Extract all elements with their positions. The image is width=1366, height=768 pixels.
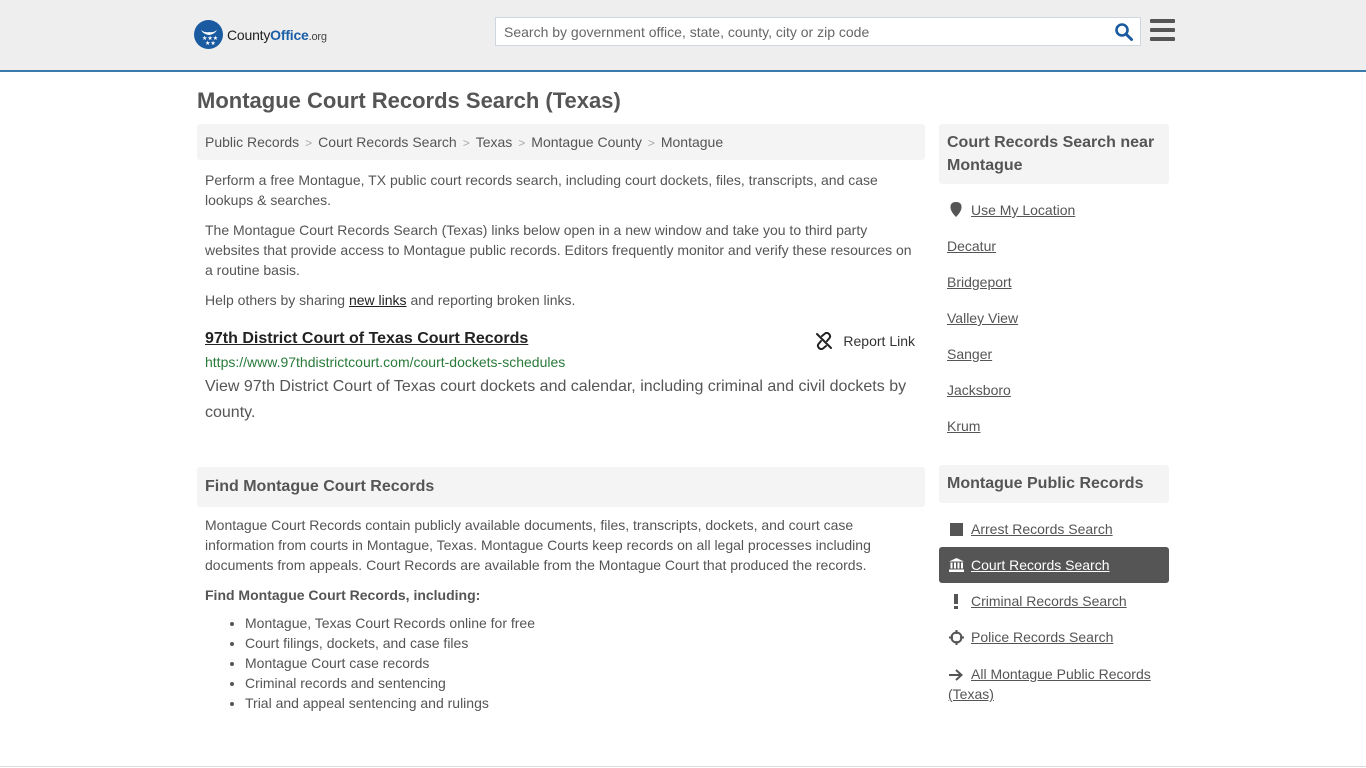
search-icon [1115,23,1133,41]
site-logo[interactable]: ★★★ ★★ CountyOffice.org [194,20,327,49]
arrow-right-icon [948,667,964,683]
eagle-stars-logo-icon: ★★★ ★★ [194,20,223,49]
menu-bar [1150,28,1175,32]
map-pin-icon [948,202,964,218]
sidebar-item-court-records[interactable]: Court Records Search [939,547,1169,583]
broken-link-icon [816,332,833,350]
all-public-records-link[interactable]: All Montague Public Records (Texas) [948,664,1169,704]
sidebar-item-label[interactable]: Police Records Search [971,629,1113,645]
breadcrumb-public-records[interactable]: Public Records [205,134,299,150]
search-box [495,17,1141,46]
city-link-decatur[interactable]: Decatur [947,238,996,254]
intro-paragraph-2: The Montague Court Records Search (Texas… [205,222,912,278]
find-section-list: Montague, Texas Court Records online for… [205,613,920,713]
sidebar-item-arrest-records[interactable]: Arrest Records Search [939,511,1169,547]
result-url: https://www.97thdistrictcourt.com/court-… [205,354,566,370]
use-my-location[interactable]: Use My Location [939,192,1169,228]
find-section-description: Montague Court Records contain publicly … [205,517,871,573]
result-item: 97th District Court of Texas Court Recor… [205,330,920,426]
menu-bar [1150,37,1175,41]
breadcrumb-court-records-search[interactable]: Court Records Search [318,134,457,150]
breadcrumb-separator: > [647,136,655,150]
city-link-sanger[interactable]: Sanger [947,346,992,362]
sidebar-item-label: All Montague Public Records (Texas) [948,666,1151,702]
search-button[interactable] [1114,22,1134,42]
search-input[interactable] [496,18,1096,45]
list-item: Criminal records and sentencing [245,673,920,693]
sidebar-item-police-records[interactable]: Police Records Search [939,619,1169,655]
intro-paragraph-1: Perform a free Montague, TX public court… [205,172,878,208]
find-section-subheading: Find Montague Court Records, including: [205,587,481,603]
breadcrumb: Public Records > Court Records Search > Texa… [197,124,925,160]
intro-text: Perform a free Montague, TX public court… [205,170,920,320]
report-link-label: Report Link [843,333,915,349]
list-item: Montague, Texas Court Records online for… [245,613,920,633]
breadcrumb-separator: > [305,136,313,150]
city-link-bridgeport[interactable]: Bridgeport [947,274,1012,290]
breadcrumb-separator: > [462,136,470,150]
result-description: View 97th District Court of Texas court … [205,378,907,421]
sidebar-item-all-public-records[interactable]: All Montague Public Records (Texas) [939,655,1169,711]
city-link-jacksboro[interactable]: Jacksboro [947,382,1011,398]
find-section-heading: Find Montague Court Records [197,467,925,507]
intro-p3-text: Help others by sharing [205,292,349,308]
list-item: Trial and appeal sentencing and rulings [245,693,920,713]
breadcrumb-montague-county[interactable]: Montague County [531,134,642,150]
logo-text-county: County [227,26,271,43]
courthouse-icon [948,557,964,573]
crosshair-icon [948,629,964,645]
result-title-link[interactable]: 97th District Court of Texas Court Recor… [205,330,528,347]
city-link-krum[interactable]: Krum [947,418,980,434]
intro-paragraph-3: Help others by sharing new links and rep… [205,290,920,310]
square-icon [948,521,964,537]
find-section-body: Montague Court Records contain publicly … [205,515,920,713]
sidebar-item-label[interactable]: Criminal Records Search [971,593,1127,609]
menu-bar [1150,19,1175,23]
use-my-location-link[interactable]: Use My Location [971,202,1075,218]
nearby-heading: Court Records Search near Montague [939,124,1169,184]
list-item: Montague Court case records [245,653,920,673]
logo-text: CountyOffice.org [227,27,327,43]
footer-divider [0,766,1366,767]
sidebar-item-label[interactable]: Court Records Search [971,557,1110,573]
sidebar-item-criminal-records[interactable]: Criminal Records Search [939,583,1169,619]
sidebar-item-label[interactable]: Arrest Records Search [971,521,1113,537]
exclamation-icon [948,593,964,609]
report-link-button[interactable]: Report Link [815,332,915,350]
new-links-link[interactable]: new links [349,292,407,308]
city-link-valley-view[interactable]: Valley View [947,310,1018,326]
svg-text:★★: ★★ [205,40,216,46]
page-title: Montague Court Records Search (Texas) [197,88,621,113]
breadcrumb-separator: > [518,136,526,150]
intro-p3-text-end: and reporting broken links. [406,292,576,308]
logo-text-tld: .org [308,30,327,43]
list-item: Court filings, dockets, and case files [245,633,920,653]
logo-text-office: Office [270,26,309,43]
breadcrumb-texas[interactable]: Texas [476,134,513,150]
hamburger-menu-icon[interactable] [1150,19,1175,41]
breadcrumb-current: Montague [660,134,724,150]
site-header: ★★★ ★★ CountyOffice.org [0,0,1366,72]
public-records-heading: Montague Public Records [939,465,1169,503]
